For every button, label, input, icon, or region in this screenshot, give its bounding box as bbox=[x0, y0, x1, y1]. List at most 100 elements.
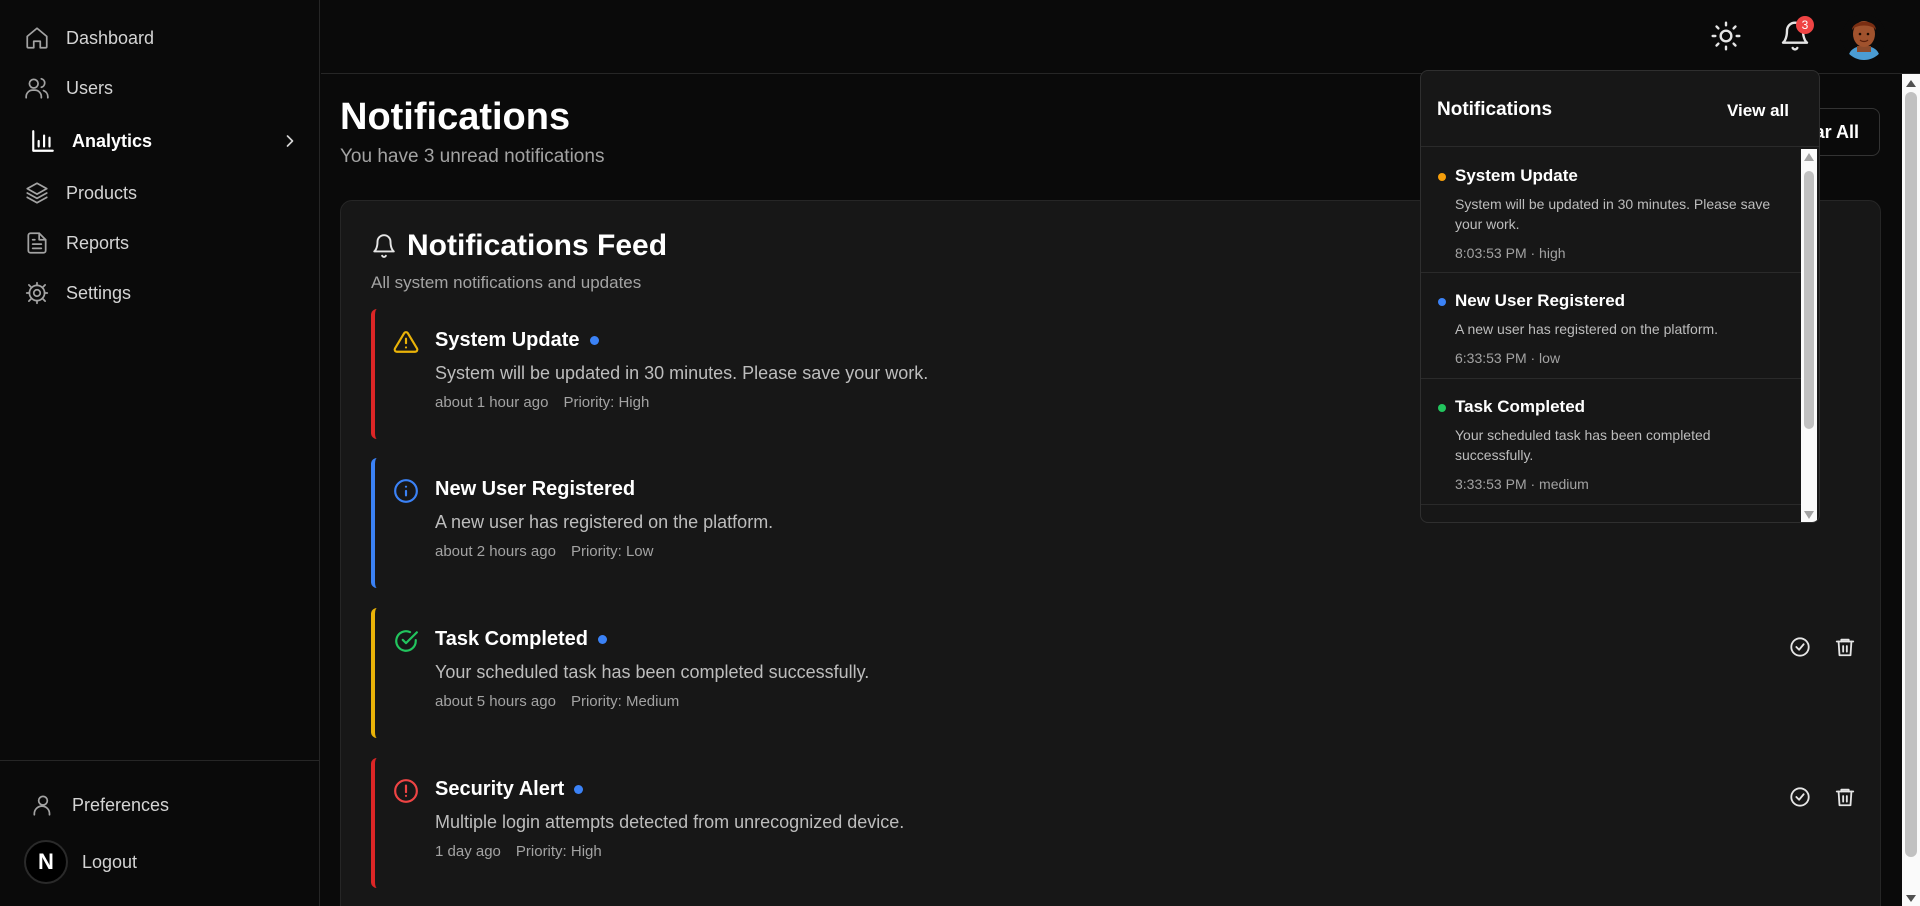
notification-message: Your scheduled task has been completed s… bbox=[435, 662, 870, 682]
scroll-up-arrow-icon[interactable] bbox=[1804, 153, 1814, 161]
file-text-icon bbox=[27, 232, 47, 254]
priority-dot bbox=[1438, 298, 1446, 306]
dropdown-header: Notifications View all bbox=[1421, 71, 1819, 147]
notification-message: Multiple login attempts detected from un… bbox=[435, 812, 905, 832]
logout-avatar-letter: N bbox=[38, 849, 54, 874]
sidebar-item-label: Users bbox=[66, 77, 114, 98]
notification-title-text: System Update bbox=[435, 329, 580, 351]
notification-meta: about 1 hour ago Priority: High bbox=[435, 394, 649, 411]
notification-item[interactable]: Security Alert Multiple login attempts d… bbox=[371, 758, 1855, 888]
unread-dot bbox=[589, 336, 599, 345]
sidebar-divider bbox=[0, 760, 319, 761]
notification-priority: Priority: Low bbox=[570, 543, 654, 560]
gear-icon bbox=[25, 281, 49, 305]
notification-priority: Priority: High bbox=[515, 843, 602, 860]
notification-title-text: Security Alert bbox=[435, 778, 565, 800]
feed-title: Notifications Feed bbox=[371, 229, 667, 263]
sun-icon[interactable] bbox=[1710, 20, 1742, 52]
sidebar-item-dashboard[interactable]: Dashboard bbox=[24, 22, 294, 54]
dropdown-title: Notifications bbox=[1437, 99, 1553, 120]
notification-title-text: Task Completed bbox=[435, 628, 588, 650]
dropdown-item-title: System Update bbox=[1455, 166, 1578, 185]
page-title: Notifications bbox=[340, 96, 571, 138]
user-icon bbox=[33, 795, 51, 816]
sidebar-item-products[interactable]: Products bbox=[24, 177, 294, 209]
trash-icon[interactable] bbox=[1834, 786, 1856, 808]
notification-time: about 5 hours ago bbox=[435, 693, 556, 710]
logout-button[interactable]: N Logout bbox=[24, 840, 298, 884]
notification-time: about 2 hours ago bbox=[435, 543, 556, 560]
bell-icon bbox=[373, 234, 395, 258]
unread-dot bbox=[598, 635, 607, 644]
dropdown-item-meta: 3:33:53 PM · medium bbox=[1455, 476, 1589, 492]
notification-priority: Priority: Medium bbox=[570, 693, 680, 710]
mark-read-icon[interactable] bbox=[1789, 786, 1811, 808]
dropdown-item-message: A new user has registered on the platfor… bbox=[1455, 321, 1719, 337]
scroll-down-arrow-icon[interactable] bbox=[1906, 895, 1916, 902]
notification-title: Task Completed bbox=[435, 628, 607, 651]
feed-subtitle: All system notifications and updates bbox=[371, 273, 642, 292]
sidebar-item-label: Products bbox=[66, 182, 138, 203]
notification-title-text: New User Registered bbox=[435, 478, 636, 500]
notifications-dropdown: Notifications View all System Update Sys… bbox=[1420, 70, 1820, 523]
notification-count-badge: 3 bbox=[1796, 16, 1814, 34]
bar-chart-icon bbox=[32, 130, 54, 152]
notification-title: Security Alert bbox=[435, 778, 584, 801]
topbar bbox=[321, 0, 1920, 74]
dropdown-item-message: Your scheduled task has been completed s… bbox=[1455, 427, 1711, 463]
dropdown-scrollbar-thumb[interactable] bbox=[1804, 171, 1814, 429]
sidebar-item-settings[interactable]: Settings bbox=[24, 277, 294, 309]
dropdown-item-message: System will be updated in 30 minutes. Pl… bbox=[1455, 196, 1771, 232]
dropdown-item[interactable]: System Update System will be updated in … bbox=[1421, 148, 1801, 273]
preferences-link[interactable]: Preferences bbox=[30, 789, 300, 821]
notification-item[interactable]: Task Completed Your scheduled task has b… bbox=[371, 608, 1855, 738]
priority-dot bbox=[1438, 404, 1446, 412]
notification-time: 1 day ago bbox=[435, 843, 501, 860]
notification-meta: 1 day ago Priority: High bbox=[435, 843, 602, 860]
logout-avatar: N bbox=[24, 840, 68, 884]
page-scrollbar-thumb[interactable] bbox=[1905, 92, 1917, 857]
notification-meta: about 2 hours ago Priority: Low bbox=[435, 543, 653, 560]
priority-dot bbox=[1438, 173, 1446, 181]
dropdown-item[interactable]: New User Registered A new user has regis… bbox=[1421, 273, 1801, 379]
sidebar-item-users[interactable]: Users bbox=[24, 72, 294, 104]
dropdown-item-meta: 6:33:53 PM · low bbox=[1455, 350, 1561, 366]
sidebar-item-label: Analytics bbox=[72, 130, 153, 151]
preferences-label: Preferences bbox=[72, 794, 170, 815]
home-icon bbox=[26, 27, 48, 49]
unread-dot bbox=[574, 785, 584, 794]
notification-meta: about 5 hours ago Priority: Medium bbox=[435, 693, 679, 710]
dropdown-item-meta: 8:03:53 PM · high bbox=[1455, 245, 1566, 261]
notification-message: A new user has registered on the platfor… bbox=[435, 512, 774, 532]
scroll-up-arrow-icon[interactable] bbox=[1906, 80, 1916, 87]
sidebar-item-label: Settings bbox=[66, 282, 132, 303]
notification-title: System Update bbox=[435, 329, 599, 352]
alert-circle-icon bbox=[394, 779, 418, 803]
page-subtitle: You have 3 unread notifications bbox=[340, 146, 605, 167]
sidebar-item-reports[interactable]: Reports bbox=[24, 227, 294, 259]
sidebar-item-analytics[interactable]: Analytics bbox=[30, 125, 300, 157]
sidebar-item-label: Dashboard bbox=[66, 27, 155, 48]
dropdown-item[interactable]: Task Completed Your scheduled task has b… bbox=[1421, 379, 1801, 505]
check-circle-icon bbox=[395, 630, 418, 652]
user-avatar[interactable] bbox=[1842, 14, 1886, 60]
trash-icon[interactable] bbox=[1834, 636, 1856, 658]
clear-all-label: ar All bbox=[1814, 121, 1859, 142]
feed-title-text: Notifications Feed bbox=[407, 229, 668, 262]
layers-icon bbox=[26, 182, 48, 204]
warning-triangle-icon bbox=[393, 331, 419, 353]
notification-priority: Priority: High bbox=[563, 394, 650, 411]
info-circle-icon bbox=[394, 479, 418, 503]
scroll-down-arrow-icon[interactable] bbox=[1804, 511, 1814, 519]
notification-message: System will be updated in 30 minutes. Pl… bbox=[435, 363, 929, 383]
sidebar: Dashboard Users Analytics Products Repor… bbox=[0, 0, 320, 906]
chevron-right-icon[interactable] bbox=[280, 131, 300, 151]
dropdown-item-title: New User Registered bbox=[1455, 291, 1626, 310]
users-icon bbox=[25, 77, 49, 99]
logout-label: Logout bbox=[82, 851, 138, 872]
mark-read-icon[interactable] bbox=[1789, 636, 1811, 658]
dropdown-item-title: Task Completed bbox=[1455, 397, 1586, 416]
sidebar-item-label: Reports bbox=[66, 232, 130, 253]
notification-title: New User Registered bbox=[435, 478, 635, 501]
view-all-link[interactable]: View all bbox=[1727, 101, 1789, 121]
